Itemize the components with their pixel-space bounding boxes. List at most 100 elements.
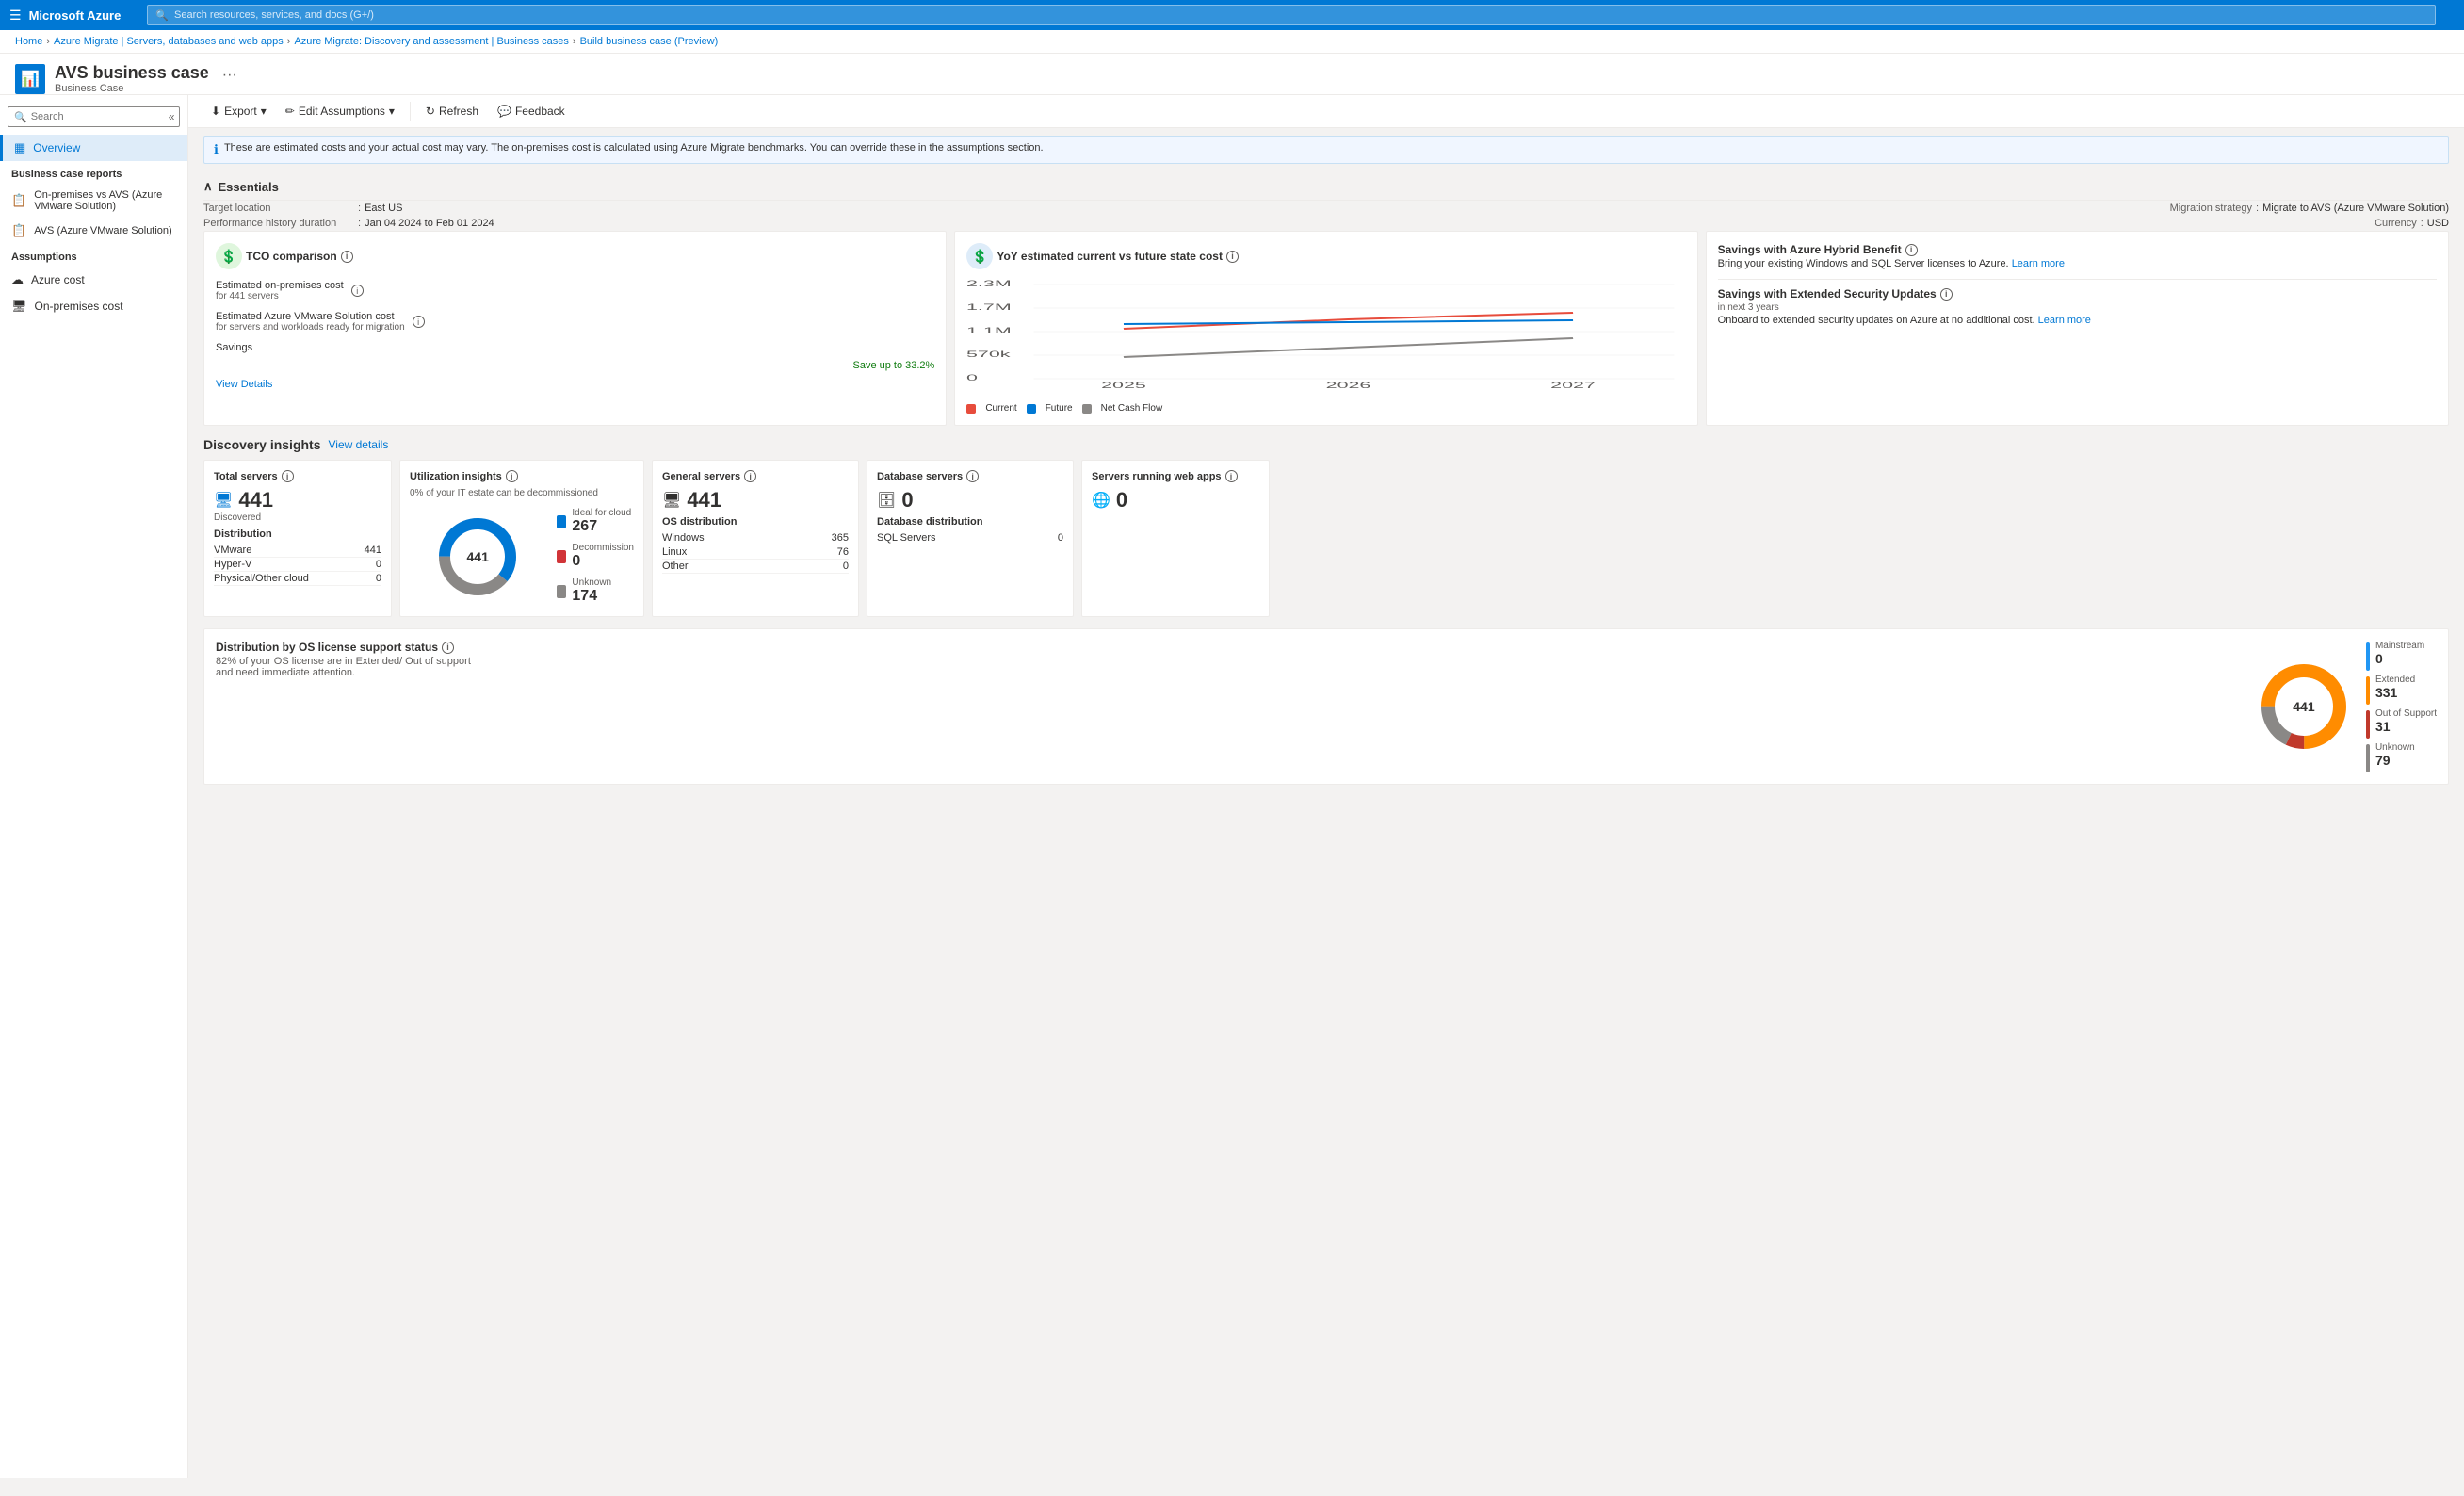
essentials-location-value: East US — [365, 203, 402, 214]
discovery-title-row: Discovery insights View details — [203, 437, 2449, 452]
tco-on-prem-sub: for 441 servers — [216, 291, 344, 301]
on-prem-cost-icon: 🖥 — [11, 299, 27, 314]
disc-card-web-apps: Servers running web apps i 🌐 0 — [1081, 460, 1270, 617]
page-more-icon[interactable]: ··· — [222, 67, 237, 84]
export-button[interactable]: ⬇ Export ▾ — [203, 101, 274, 122]
disc-util-info[interactable]: i — [506, 470, 518, 482]
util-ideal: Ideal for cloud 267 — [557, 508, 634, 535]
sidebar-item-avs[interactable]: 📋 AVS (Azure VMware Solution) — [0, 218, 187, 244]
svg-text:570k: 570k — [966, 350, 1012, 359]
disc-web-info[interactable]: i — [1225, 470, 1238, 482]
svg-text:2027: 2027 — [1551, 381, 1597, 390]
legend-ncf-dot — [1082, 404, 1092, 414]
page-subtitle: Business Case — [55, 83, 209, 94]
essentials-header[interactable]: ∧ Essentials — [203, 171, 2449, 201]
sidebar-item-azure-cost[interactable]: ☁ Azure cost — [0, 267, 187, 293]
feedback-button[interactable]: 💬 Feedback — [490, 101, 573, 122]
os-subtitle: 82% of your OS license are in Extended/ … — [216, 656, 479, 678]
disc-total-title: Total servers i — [214, 470, 381, 482]
os-legend-unknown: Unknown 79 — [2366, 742, 2437, 772]
disc-db-info[interactable]: i — [966, 470, 979, 482]
os-legend: Mainstream 0 Extended 331 — [2366, 641, 2437, 772]
tco-on-prem-label: Estimated on-premises cost — [216, 280, 344, 291]
legend-current-dot — [966, 404, 976, 414]
os-info-icon[interactable]: i — [442, 642, 454, 654]
os-legend-extended: Extended 331 — [2366, 675, 2437, 705]
content-inner: ∧ Essentials Target location : East US P… — [188, 171, 2464, 811]
sidebar-collapse-btn[interactable]: « — [169, 110, 175, 123]
bc-servers[interactable]: Azure Migrate | Servers, databases and w… — [54, 36, 284, 47]
essentials-left: Target location : East US Performance hi… — [203, 201, 2094, 231]
discovery-view-details[interactable]: View details — [329, 438, 389, 451]
sidebar-search-input[interactable] — [31, 111, 165, 122]
yoy-card-title: 💲 YoY estimated current vs future state … — [966, 243, 1685, 269]
azure-cost-icon: ☁ — [11, 272, 24, 287]
content-wrapper: ⬇ Export ▾ ✏ Edit Assumptions ▾ ↻ Refres… — [188, 95, 2464, 1478]
savings-hybrid-section: Savings with Azure Hybrid Benefit i Brin… — [1718, 243, 2437, 269]
yoy-info-icon[interactable]: i — [1226, 251, 1239, 263]
disc-general-icon: 🖥 — [662, 491, 681, 510]
os-extended-bar — [2366, 676, 2370, 705]
disc-util-title: Utilization insights i — [410, 470, 634, 482]
edit-assumptions-button[interactable]: ✏ Edit Assumptions ▾ — [278, 101, 402, 122]
sidebar-item-label-azure-cost: Azure cost — [31, 273, 85, 286]
overview-icon: ▦ — [14, 140, 25, 155]
tco-on-prem-info[interactable]: i — [351, 285, 364, 297]
os-info: Distribution by OS license support statu… — [216, 641, 2238, 690]
sidebar-item-on-prem-cost[interactable]: 🖥 On-premises cost — [0, 293, 187, 319]
disc-card-total-servers: Total servers i 🖥 441 Discovered Distrib… — [203, 460, 392, 617]
essentials-row-perf: Performance history duration : Jan 04 20… — [203, 216, 2094, 231]
toolbar-separator — [410, 102, 411, 121]
os-chart-area: 441 Mainstream 0 — [2257, 641, 2437, 772]
svg-text:1.1M: 1.1M — [966, 326, 1012, 335]
bc-home[interactable]: Home — [15, 36, 42, 47]
hamburger-icon[interactable]: ☰ — [9, 8, 22, 24]
yoy-svg: 2.3M 1.7M 1.1M 570k 0 — [966, 277, 1685, 390]
legend-future: Future — [1046, 403, 1073, 414]
sidebar: 🔍 « ▦ Overview Business case reports 📋 O… — [0, 95, 188, 1478]
essentials-strategy-label: Migration strategy — [2101, 203, 2252, 214]
tco-savings-label: Savings — [216, 342, 252, 353]
svg-text:2026: 2026 — [1326, 381, 1371, 390]
bc-build[interactable]: Build business case (Preview) — [580, 36, 719, 47]
tco-info-icon[interactable]: i — [341, 251, 353, 263]
legend-future-dot — [1027, 404, 1036, 414]
disc-dist-physical: Physical/Other cloud 0 — [214, 572, 381, 586]
sidebar-item-label-on-prem: On-premises vs AVS (Azure VMware Solutio… — [34, 189, 176, 212]
util-unknown: Unknown 174 — [557, 577, 634, 605]
essentials-row-location: Target location : East US — [203, 201, 2094, 216]
sidebar-item-label-avs: AVS (Azure VMware Solution) — [34, 225, 172, 236]
discovery-grid: Total servers i 🖥 441 Discovered Distrib… — [203, 460, 2449, 617]
savings-hybrid-link[interactable]: Learn more — [2012, 258, 2065, 269]
global-search[interactable]: 🔍 Search resources, services, and docs (… — [147, 5, 2436, 25]
tco-view-details[interactable]: View Details — [216, 379, 272, 390]
savings-hybrid-info[interactable]: i — [1905, 244, 1918, 256]
disc-card-utilization: Utilization insights i 0% of your IT est… — [399, 460, 644, 617]
sidebar-item-on-prem-avs[interactable]: 📋 On-premises vs AVS (Azure VMware Solut… — [0, 184, 187, 218]
savings-security-info[interactable]: i — [1940, 288, 1953, 301]
bc-discovery[interactable]: Azure Migrate: Discovery and assessment … — [294, 36, 568, 47]
disc-db-dist-label: Database distribution — [877, 516, 1063, 528]
info-bar-icon: ℹ — [214, 142, 219, 157]
tco-savings-row: Savings — [216, 339, 934, 356]
essentials-currency-label: Currency — [2266, 218, 2417, 229]
essentials-row-currency: Currency : USD — [2101, 216, 2449, 231]
svg-text:2.3M: 2.3M — [966, 279, 1012, 288]
savings-security-link[interactable]: Learn more — [2038, 315, 2091, 326]
disc-web-title: Servers running web apps i — [1092, 470, 1259, 482]
util-decommission: Decommission 0 — [557, 543, 634, 570]
edit-icon: ✏ — [285, 105, 295, 118]
tco-avs-info[interactable]: i — [413, 316, 425, 328]
search-icon: 🔍 — [155, 9, 169, 22]
sidebar-search-container[interactable]: 🔍 « — [8, 106, 180, 127]
svg-text:2025: 2025 — [1101, 381, 1146, 390]
disc-total-info[interactable]: i — [282, 470, 294, 482]
savings-security-sub: in next 3 years — [1718, 302, 2437, 313]
disc-general-info[interactable]: i — [744, 470, 756, 482]
sidebar-item-overview[interactable]: ▦ Overview — [0, 135, 187, 161]
refresh-button[interactable]: ↻ Refresh — [418, 101, 486, 122]
os-unknown-bar — [2366, 744, 2370, 772]
on-prem-avs-icon: 📋 — [11, 193, 26, 208]
essentials-row-strategy: Migration strategy : Migrate to AVS (Azu… — [2101, 201, 2449, 216]
yoy-card: 💲 YoY estimated current vs future state … — [954, 231, 1697, 426]
